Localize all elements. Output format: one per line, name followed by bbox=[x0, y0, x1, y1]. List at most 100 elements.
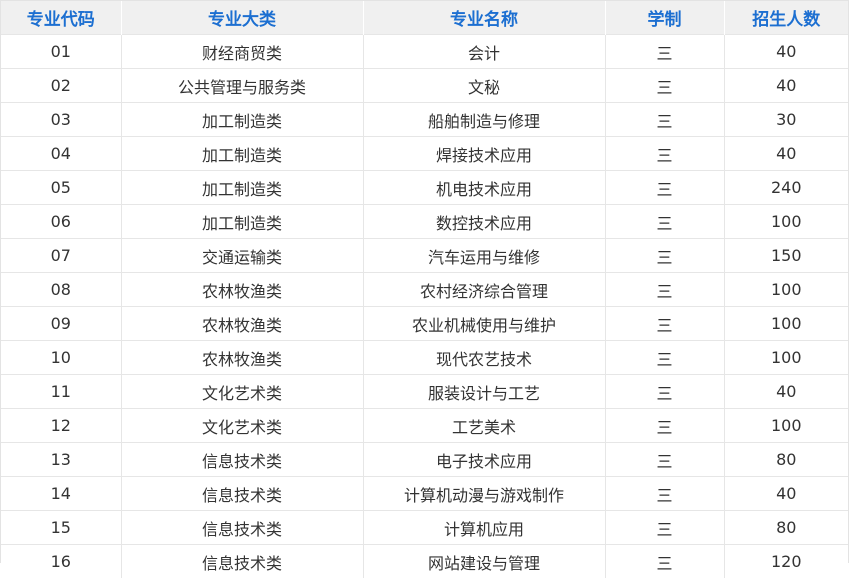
table-row: 06加工制造类数控技术应用三100 bbox=[1, 205, 848, 239]
table-row: 01财经商贸类会计三40 bbox=[1, 35, 848, 69]
cell-major-name: 电子技术应用 bbox=[363, 443, 605, 477]
cell-enrollment-count: 40 bbox=[724, 35, 848, 69]
cell-major-category: 加工制造类 bbox=[121, 205, 363, 239]
table-body: 01财经商贸类会计三4002公共管理与服务类文秘三4003加工制造类船舶制造与修… bbox=[1, 35, 848, 578]
cell-major-code: 07 bbox=[1, 239, 121, 273]
cell-major-category: 文化艺术类 bbox=[121, 409, 363, 443]
cell-major-name: 工艺美术 bbox=[363, 409, 605, 443]
cell-major-code: 05 bbox=[1, 171, 121, 205]
cell-major-name: 服装设计与工艺 bbox=[363, 375, 605, 409]
cell-major-code: 10 bbox=[1, 341, 121, 375]
table-row: 10农林牧渔类现代农艺技术三100 bbox=[1, 341, 848, 375]
cell-major-code: 16 bbox=[1, 545, 121, 578]
cell-major-code: 12 bbox=[1, 409, 121, 443]
cell-duration: 三 bbox=[605, 477, 724, 511]
cell-duration: 三 bbox=[605, 69, 724, 103]
cell-major-category: 文化艺术类 bbox=[121, 375, 363, 409]
table-row: 05加工制造类机电技术应用三240 bbox=[1, 171, 848, 205]
table-row: 03加工制造类船舶制造与修理三30 bbox=[1, 103, 848, 137]
cell-enrollment-count: 100 bbox=[724, 273, 848, 307]
cell-major-category: 加工制造类 bbox=[121, 103, 363, 137]
cell-major-category: 农林牧渔类 bbox=[121, 273, 363, 307]
cell-enrollment-count: 40 bbox=[724, 137, 848, 171]
cell-enrollment-count: 40 bbox=[724, 69, 848, 103]
cell-major-code: 14 bbox=[1, 477, 121, 511]
table-row: 04加工制造类焊接技术应用三40 bbox=[1, 137, 848, 171]
cell-major-name: 计算机应用 bbox=[363, 511, 605, 545]
header-major-category: 专业大类 bbox=[121, 1, 363, 35]
cell-duration: 三 bbox=[605, 341, 724, 375]
cell-major-code: 08 bbox=[1, 273, 121, 307]
cell-duration: 三 bbox=[605, 375, 724, 409]
enrollment-table-container: 专业代码 专业大类 专业名称 学制 招生人数 01财经商贸类会计三4002公共管… bbox=[0, 0, 849, 563]
cell-major-name: 会计 bbox=[363, 35, 605, 69]
cell-duration: 三 bbox=[605, 239, 724, 273]
cell-major-category: 信息技术类 bbox=[121, 545, 363, 578]
cell-major-name: 机电技术应用 bbox=[363, 171, 605, 205]
cell-enrollment-count: 80 bbox=[724, 443, 848, 477]
cell-major-name: 农业机械使用与维护 bbox=[363, 307, 605, 341]
cell-major-category: 公共管理与服务类 bbox=[121, 69, 363, 103]
cell-duration: 三 bbox=[605, 307, 724, 341]
table-row: 14信息技术类计算机动漫与游戏制作三40 bbox=[1, 477, 848, 511]
table-row: 07交通运输类汽车运用与维修三150 bbox=[1, 239, 848, 273]
cell-duration: 三 bbox=[605, 409, 724, 443]
enrollment-table: 专业代码 专业大类 专业名称 学制 招生人数 01财经商贸类会计三4002公共管… bbox=[1, 1, 848, 578]
cell-major-name: 数控技术应用 bbox=[363, 205, 605, 239]
table-row: 09农林牧渔类农业机械使用与维护三100 bbox=[1, 307, 848, 341]
cell-major-category: 财经商贸类 bbox=[121, 35, 363, 69]
cell-duration: 三 bbox=[605, 443, 724, 477]
cell-major-category: 农林牧渔类 bbox=[121, 341, 363, 375]
cell-duration: 三 bbox=[605, 35, 724, 69]
cell-major-code: 01 bbox=[1, 35, 121, 69]
cell-major-code: 09 bbox=[1, 307, 121, 341]
cell-major-name: 焊接技术应用 bbox=[363, 137, 605, 171]
table-header-row: 专业代码 专业大类 专业名称 学制 招生人数 bbox=[1, 1, 848, 35]
cell-enrollment-count: 40 bbox=[724, 375, 848, 409]
cell-duration: 三 bbox=[605, 171, 724, 205]
cell-duration: 三 bbox=[605, 205, 724, 239]
cell-enrollment-count: 100 bbox=[724, 205, 848, 239]
table-row: 08农林牧渔类农村经济综合管理三100 bbox=[1, 273, 848, 307]
header-major-name: 专业名称 bbox=[363, 1, 605, 35]
cell-major-name: 船舶制造与修理 bbox=[363, 103, 605, 137]
cell-major-code: 04 bbox=[1, 137, 121, 171]
table-row: 15信息技术类计算机应用三80 bbox=[1, 511, 848, 545]
cell-major-name: 网站建设与管理 bbox=[363, 545, 605, 578]
cell-major-code: 03 bbox=[1, 103, 121, 137]
cell-major-category: 信息技术类 bbox=[121, 477, 363, 511]
cell-major-category: 农林牧渔类 bbox=[121, 307, 363, 341]
cell-duration: 三 bbox=[605, 137, 724, 171]
cell-major-category: 交通运输类 bbox=[121, 239, 363, 273]
cell-duration: 三 bbox=[605, 103, 724, 137]
cell-major-category: 加工制造类 bbox=[121, 137, 363, 171]
cell-enrollment-count: 30 bbox=[724, 103, 848, 137]
cell-major-code: 06 bbox=[1, 205, 121, 239]
table-row: 16信息技术类网站建设与管理三120 bbox=[1, 545, 848, 578]
cell-major-code: 15 bbox=[1, 511, 121, 545]
cell-major-code: 13 bbox=[1, 443, 121, 477]
cell-enrollment-count: 240 bbox=[724, 171, 848, 205]
cell-major-name: 文秘 bbox=[363, 69, 605, 103]
table-row: 11文化艺术类服装设计与工艺三40 bbox=[1, 375, 848, 409]
cell-duration: 三 bbox=[605, 545, 724, 578]
cell-major-name: 农村经济综合管理 bbox=[363, 273, 605, 307]
cell-major-category: 加工制造类 bbox=[121, 171, 363, 205]
header-enrollment-count: 招生人数 bbox=[724, 1, 848, 35]
cell-major-category: 信息技术类 bbox=[121, 443, 363, 477]
cell-enrollment-count: 150 bbox=[724, 239, 848, 273]
cell-major-name: 计算机动漫与游戏制作 bbox=[363, 477, 605, 511]
cell-enrollment-count: 100 bbox=[724, 409, 848, 443]
cell-major-code: 11 bbox=[1, 375, 121, 409]
cell-enrollment-count: 100 bbox=[724, 307, 848, 341]
cell-enrollment-count: 100 bbox=[724, 341, 848, 375]
cell-major-category: 信息技术类 bbox=[121, 511, 363, 545]
cell-duration: 三 bbox=[605, 511, 724, 545]
header-major-code: 专业代码 bbox=[1, 1, 121, 35]
table-row: 02公共管理与服务类文秘三40 bbox=[1, 69, 848, 103]
cell-major-code: 02 bbox=[1, 69, 121, 103]
cell-major-name: 现代农艺技术 bbox=[363, 341, 605, 375]
header-duration: 学制 bbox=[605, 1, 724, 35]
cell-major-name: 汽车运用与维修 bbox=[363, 239, 605, 273]
cell-enrollment-count: 120 bbox=[724, 545, 848, 578]
